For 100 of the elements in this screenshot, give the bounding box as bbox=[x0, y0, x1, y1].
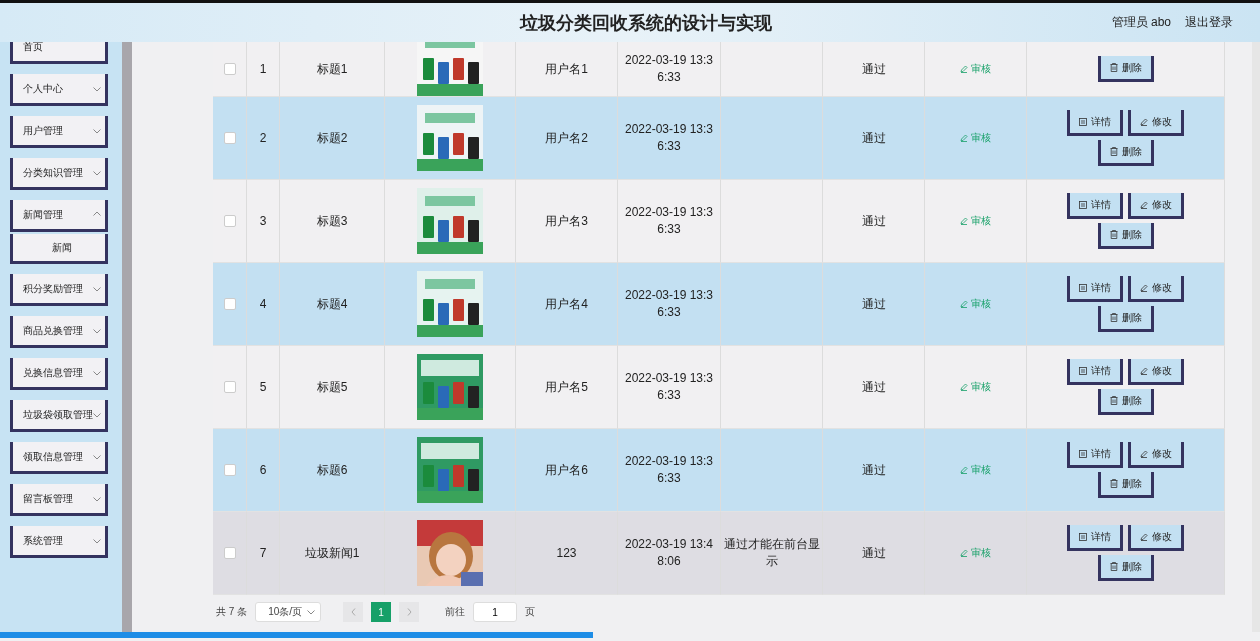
chevron-down-icon bbox=[93, 497, 101, 502]
sidebar-item[interactable]: 系统管理 bbox=[10, 526, 108, 558]
delete-button[interactable]: 删除 bbox=[1097, 56, 1154, 82]
table-cell: 通过 bbox=[861, 129, 886, 147]
delete-button[interactable]: 删除 bbox=[1097, 140, 1154, 166]
table-cell: 用户名3 bbox=[545, 212, 588, 230]
prev-page-button[interactable] bbox=[343, 602, 364, 622]
table-cell-text: 2022-03-19 13:36:33 bbox=[623, 370, 715, 404]
table-cell: 用户名4 bbox=[545, 295, 588, 313]
sidebar-item[interactable]: 分类知识管理 bbox=[10, 158, 108, 190]
pencil-icon bbox=[960, 134, 968, 142]
delete-button[interactable]: 删除 bbox=[1097, 472, 1154, 498]
edit-button[interactable]: 修改 bbox=[1128, 525, 1184, 551]
delete-button[interactable]: 删除 bbox=[1097, 555, 1154, 581]
table-cell-text: 2022-03-19 13:36:33 bbox=[623, 453, 715, 487]
edit-button[interactable]: 修改 bbox=[1128, 442, 1184, 468]
row-checkbox[interactable] bbox=[223, 464, 236, 476]
row-checkbox[interactable] bbox=[223, 132, 236, 144]
delete-button[interactable]: 删除 bbox=[1097, 389, 1154, 415]
scrollbar[interactable] bbox=[122, 42, 132, 632]
detail-button[interactable]: 详情 bbox=[1067, 359, 1123, 385]
table-cell: 标题1 bbox=[316, 60, 348, 78]
pencil-icon bbox=[960, 65, 968, 73]
row-checkbox[interactable] bbox=[223, 63, 236, 75]
sidebar-item[interactable]: 用户管理 bbox=[10, 116, 108, 148]
table-cell: 通过 bbox=[861, 60, 886, 78]
edit-button[interactable]: 修改 bbox=[1128, 359, 1184, 385]
document-icon bbox=[1079, 283, 1087, 292]
detail-button[interactable]: 详情 bbox=[1067, 442, 1123, 468]
table-cell: 5 bbox=[259, 380, 267, 394]
scrollbar[interactable] bbox=[1252, 42, 1260, 632]
page-input[interactable]: 1 bbox=[473, 602, 518, 622]
detail-button[interactable]: 详情 bbox=[1067, 525, 1123, 551]
chevron-down-icon bbox=[93, 87, 101, 92]
chevron-down-icon bbox=[93, 539, 101, 544]
document-icon bbox=[1079, 200, 1087, 209]
sidebar-subitem[interactable]: 新闻 bbox=[10, 234, 108, 264]
document-icon bbox=[1079, 532, 1087, 541]
table-cell: 7 bbox=[259, 546, 267, 560]
detail-button[interactable]: 详情 bbox=[1067, 110, 1123, 136]
table-cell: 3 bbox=[259, 214, 267, 228]
table-cell: 4 bbox=[259, 297, 267, 311]
edit-button[interactable]: 修改 bbox=[1128, 193, 1184, 219]
table-cell: 用户名1 bbox=[545, 60, 588, 78]
sidebar-item[interactable]: 新闻管理 bbox=[10, 200, 108, 232]
goto-label: 前往 bbox=[445, 605, 466, 619]
pencil-icon bbox=[1140, 117, 1148, 126]
logout-link[interactable]: 退出登录 bbox=[1185, 14, 1233, 31]
table-cell: 通过才能在前台显示 bbox=[722, 536, 821, 570]
delete-button[interactable]: 删除 bbox=[1097, 306, 1154, 332]
next-page-button[interactable] bbox=[399, 602, 420, 622]
table-cell: 标题4 bbox=[316, 295, 348, 313]
table-cell: 用户名5 bbox=[545, 378, 588, 396]
sidebar-item[interactable]: 领取信息管理 bbox=[10, 442, 108, 474]
trash-icon bbox=[1109, 230, 1118, 239]
table-cell-text: 2022-03-19 13:36:33 bbox=[623, 52, 715, 86]
table-cell-text: 2022-03-19 13:36:33 bbox=[623, 204, 715, 238]
table-cell: 通过 bbox=[861, 544, 886, 562]
detail-button[interactable]: 详情 bbox=[1067, 193, 1123, 219]
delete-button[interactable]: 删除 bbox=[1097, 223, 1154, 249]
sidebar-item[interactable]: 兑换信息管理 bbox=[10, 358, 108, 390]
page-suffix: 页 bbox=[525, 605, 536, 619]
trash-icon bbox=[1109, 63, 1118, 72]
table-cell-text: 2022-03-19 13:36:33 bbox=[623, 287, 715, 321]
pencil-icon bbox=[1140, 449, 1148, 458]
edit-button[interactable]: 修改 bbox=[1128, 110, 1184, 136]
sidebar-item[interactable]: 商品兑换管理 bbox=[10, 316, 108, 348]
trash-icon bbox=[1109, 396, 1118, 405]
table-cell: 123 bbox=[556, 546, 577, 560]
page-size-select[interactable]: 10条/页 bbox=[255, 602, 322, 622]
trash-icon bbox=[1109, 313, 1118, 322]
sidebar-item[interactable]: 首页 bbox=[10, 42, 108, 64]
chevron-down-icon bbox=[93, 413, 101, 418]
sidebar-item[interactable]: 个人中心 bbox=[10, 74, 108, 106]
document-icon bbox=[1079, 366, 1087, 375]
row-checkbox[interactable] bbox=[223, 547, 236, 559]
row-checkbox[interactable] bbox=[223, 298, 236, 310]
sidebar-item[interactable]: 留言板管理 bbox=[10, 484, 108, 516]
table-cell: 标题5 bbox=[316, 378, 348, 396]
table-cell: 标题2 bbox=[316, 129, 348, 147]
chevron-down-icon bbox=[307, 609, 316, 615]
trash-icon bbox=[1109, 562, 1118, 571]
pencil-icon bbox=[960, 217, 968, 225]
edit-button[interactable]: 修改 bbox=[1128, 276, 1184, 302]
row-checkbox[interactable] bbox=[223, 381, 236, 393]
document-icon bbox=[1079, 449, 1087, 458]
pencil-icon bbox=[960, 549, 968, 557]
pencil-icon bbox=[960, 300, 968, 308]
chevron-down-icon bbox=[93, 455, 101, 460]
sidebar-item[interactable]: 积分奖励管理 bbox=[10, 274, 108, 306]
user-label: 管理员 abo bbox=[1111, 14, 1171, 31]
sidebar-item[interactable]: 垃圾袋领取管理 bbox=[10, 400, 108, 432]
detail-button[interactable]: 详情 bbox=[1067, 276, 1123, 302]
row-checkbox[interactable] bbox=[223, 215, 236, 227]
table-cell: 用户名6 bbox=[545, 461, 588, 479]
table-cell: 通过 bbox=[861, 212, 886, 230]
chevron-left-icon bbox=[350, 608, 356, 616]
trash-icon bbox=[1109, 147, 1118, 156]
pencil-icon bbox=[1140, 283, 1148, 292]
table-cell: 标题6 bbox=[316, 461, 348, 479]
